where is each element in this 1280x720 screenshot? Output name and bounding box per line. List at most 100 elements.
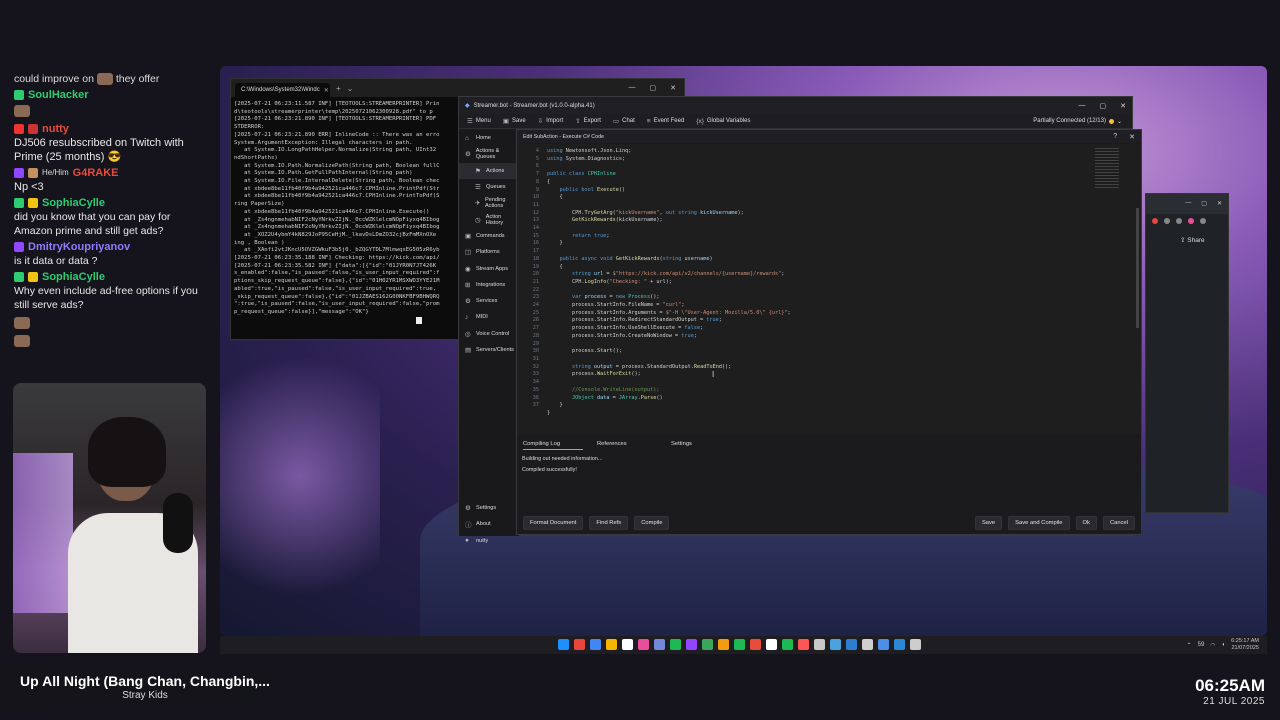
taskbar-app-icon[interactable] bbox=[574, 639, 585, 650]
sidebar-item-pending-actions[interactable]: ✈ Pending Actions bbox=[459, 195, 519, 211]
taskbar-app-icon[interactable] bbox=[846, 639, 857, 650]
vertical-scrollbar[interactable] bbox=[1136, 208, 1139, 328]
sidebar-item-queues[interactable]: ☰ Queues bbox=[459, 179, 519, 195]
sidebar-item-about[interactable]: ⓘ About bbox=[459, 516, 519, 532]
taskbar-app-icon[interactable] bbox=[590, 639, 601, 650]
toolbar-import-button[interactable]: ⇩ Import bbox=[538, 117, 563, 125]
tab-settings[interactable]: Settings bbox=[671, 441, 745, 450]
chevron-up-icon[interactable]: ⌃ bbox=[1187, 642, 1192, 649]
toolbar-label: Menu bbox=[475, 118, 491, 124]
taskbar-app-icon[interactable] bbox=[894, 639, 905, 650]
sidebar-item-stream-apps[interactable]: ◉ Stream Apps bbox=[459, 260, 519, 276]
tab-compiling-log[interactable]: Compiling Log bbox=[523, 441, 583, 450]
wifi-icon[interactable]: ◠ bbox=[1210, 642, 1215, 649]
toolbar-global-variables-button[interactable]: {x} Global Variables bbox=[696, 118, 750, 125]
chat-text: Np <3 bbox=[14, 181, 44, 193]
chevron-down-icon[interactable]: ⌄ bbox=[1117, 118, 1122, 125]
close-icon[interactable]: ✕ bbox=[1129, 133, 1135, 141]
close-tab-icon[interactable]: ✕ bbox=[324, 87, 329, 94]
volume-icon[interactable]: ◖ bbox=[1222, 642, 1226, 648]
tab-references[interactable]: References bbox=[597, 441, 671, 450]
taskbar-app-icon[interactable] bbox=[638, 639, 649, 650]
minimize-icon[interactable]: — bbox=[1079, 102, 1086, 110]
sidebar-item-midi[interactable]: ♪ MIDI bbox=[459, 309, 519, 325]
system-tray[interactable]: ⌃ 59 ◠ ◖ 6:25:17 AM 21/07/2025 bbox=[1187, 638, 1259, 652]
line-number: 8 bbox=[535, 178, 539, 185]
save-button[interactable]: Save bbox=[974, 516, 1003, 530]
taskbar-app-icon[interactable] bbox=[718, 639, 729, 650]
chat-icon: ▭ bbox=[612, 118, 620, 125]
taskbar-app-icon[interactable] bbox=[766, 639, 777, 650]
sidebar-item-platforms[interactable]: ◫ Platforms bbox=[459, 244, 519, 260]
line-number: 4 bbox=[535, 148, 539, 154]
toolbar-chat-button[interactable]: ▭ Chat bbox=[613, 117, 635, 125]
sidebar-icon: ⚙ bbox=[465, 505, 471, 513]
share-button[interactable]: ⇪ Share bbox=[1180, 236, 1205, 244]
taskbar-app-icon[interactable] bbox=[558, 639, 569, 650]
code-editor[interactable]: 4 5 6 7 8 9 10 11 12 13 14 15 16 17 18 19 20 21 22 23 24 25 26… bbox=[517, 144, 1141, 434]
cancel-button[interactable]: Cancel bbox=[1102, 516, 1135, 530]
taskbar-app-icon[interactable] bbox=[702, 639, 713, 650]
sidebar-item-voice-control[interactable]: ◎ Voice Control bbox=[459, 326, 519, 342]
terminal-tab[interactable]: C:\Windows\System32\Windc ✕ bbox=[235, 83, 330, 97]
sidebar-item-actions[interactable]: ⚑ Actions bbox=[459, 162, 519, 179]
maximize-icon[interactable]: ▢ bbox=[1201, 200, 1207, 214]
sidebar-item-commands[interactable]: ▣ Commands bbox=[459, 228, 519, 244]
sidebar-item-servers-clients[interactable]: ▤ Servers/Clients bbox=[459, 342, 519, 358]
sidebar-item-settings[interactable]: ⚙ Settings bbox=[459, 500, 519, 516]
sidebar-item-nutty[interactable]: ● nutty bbox=[459, 533, 519, 549]
taskbar-clock[interactable]: 6:25:17 AM 21/07/2025 bbox=[1231, 638, 1259, 652]
sidebar-item-home[interactable]: ⌂ Home bbox=[459, 130, 519, 146]
browser-window[interactable]: — ▢ ✕ ⇪ Share bbox=[1145, 193, 1229, 513]
compile-log: Building out needed information... Compi… bbox=[522, 454, 602, 476]
toolbar-export-button[interactable]: ⇧ Export bbox=[575, 117, 601, 125]
taskbar-app-icon[interactable] bbox=[862, 639, 873, 650]
taskbar-app-icon[interactable] bbox=[830, 639, 841, 650]
connection-status[interactable]: Partially Connected (12/13) ⌄ bbox=[1033, 118, 1122, 125]
taskbar-app-icon[interactable] bbox=[670, 639, 681, 650]
toolbar-menu-button[interactable]: ☰ Menu bbox=[467, 117, 491, 125]
compile-button[interactable]: Compile bbox=[634, 516, 670, 530]
taskbar-app-icon[interactable] bbox=[734, 639, 745, 650]
line-number: 10 bbox=[532, 194, 539, 201]
sidebar-icon: ▤ bbox=[465, 347, 472, 354]
sidebar-item-action-history[interactable]: ◷ Action History bbox=[459, 211, 519, 227]
sidebar-item-services[interactable]: ⚙ Services bbox=[459, 293, 519, 309]
sidebar-item-label: Home bbox=[476, 135, 491, 142]
chevron-down-icon[interactable]: ⌄ bbox=[347, 84, 354, 93]
toolbar-event-feed-button[interactable]: ≡ Event Feed bbox=[647, 118, 684, 125]
emote-icon bbox=[96, 73, 113, 86]
emote-icon bbox=[14, 105, 30, 117]
taskbar-app-icon[interactable] bbox=[798, 639, 809, 650]
maximize-icon[interactable]: ▢ bbox=[1100, 102, 1107, 110]
code-minimap[interactable] bbox=[1095, 148, 1119, 188]
close-icon[interactable]: ✕ bbox=[1120, 102, 1126, 110]
sidebar-item-actions-queues[interactable]: ⚙ Actions & Queues bbox=[459, 146, 519, 162]
edit-subaction-dialog[interactable]: Edit SubAction - Execute C# Code ? ✕ 4567… bbox=[516, 129, 1142, 535]
toolbar-save-button[interactable]: ▣ Save bbox=[503, 117, 526, 125]
taskbar-app-icon[interactable] bbox=[686, 639, 697, 650]
close-icon[interactable]: ✕ bbox=[1217, 200, 1222, 214]
help-icon[interactable]: ? bbox=[1113, 133, 1117, 141]
close-icon[interactable]: ✕ bbox=[670, 84, 676, 92]
taskbar-app-icon[interactable] bbox=[622, 639, 633, 650]
taskbar-app-icon[interactable] bbox=[750, 639, 761, 650]
maximize-icon[interactable]: ▢ bbox=[650, 84, 657, 92]
taskbar-app-icon[interactable] bbox=[782, 639, 793, 650]
format-document-button[interactable]: Format Document bbox=[523, 516, 584, 530]
taskbar-app-icon[interactable] bbox=[814, 639, 825, 650]
code-content[interactable]: using Newtonsoft.Json.Linq; using System… bbox=[547, 148, 791, 418]
toolbar-label: Chat bbox=[622, 118, 635, 124]
taskbar-app-icon[interactable] bbox=[910, 639, 921, 650]
taskbar-app-icon[interactable] bbox=[878, 639, 889, 650]
minimize-icon[interactable]: — bbox=[629, 84, 636, 92]
minimize-icon[interactable]: — bbox=[1185, 200, 1191, 214]
chat-message: He/Him G4RAKE Np <3 bbox=[14, 166, 207, 194]
taskbar-app-icon[interactable] bbox=[606, 639, 617, 650]
save-and-compile-button[interactable]: Save and Compile bbox=[1008, 516, 1070, 530]
sidebar-item-integrations[interactable]: ⊞ Integrations bbox=[459, 277, 519, 293]
taskbar-app-icon[interactable] bbox=[654, 639, 665, 650]
ok-button[interactable]: Ok bbox=[1075, 516, 1097, 530]
find-refs-button[interactable]: Find Refs bbox=[589, 516, 629, 530]
new-tab-icon[interactable]: + bbox=[336, 84, 341, 93]
